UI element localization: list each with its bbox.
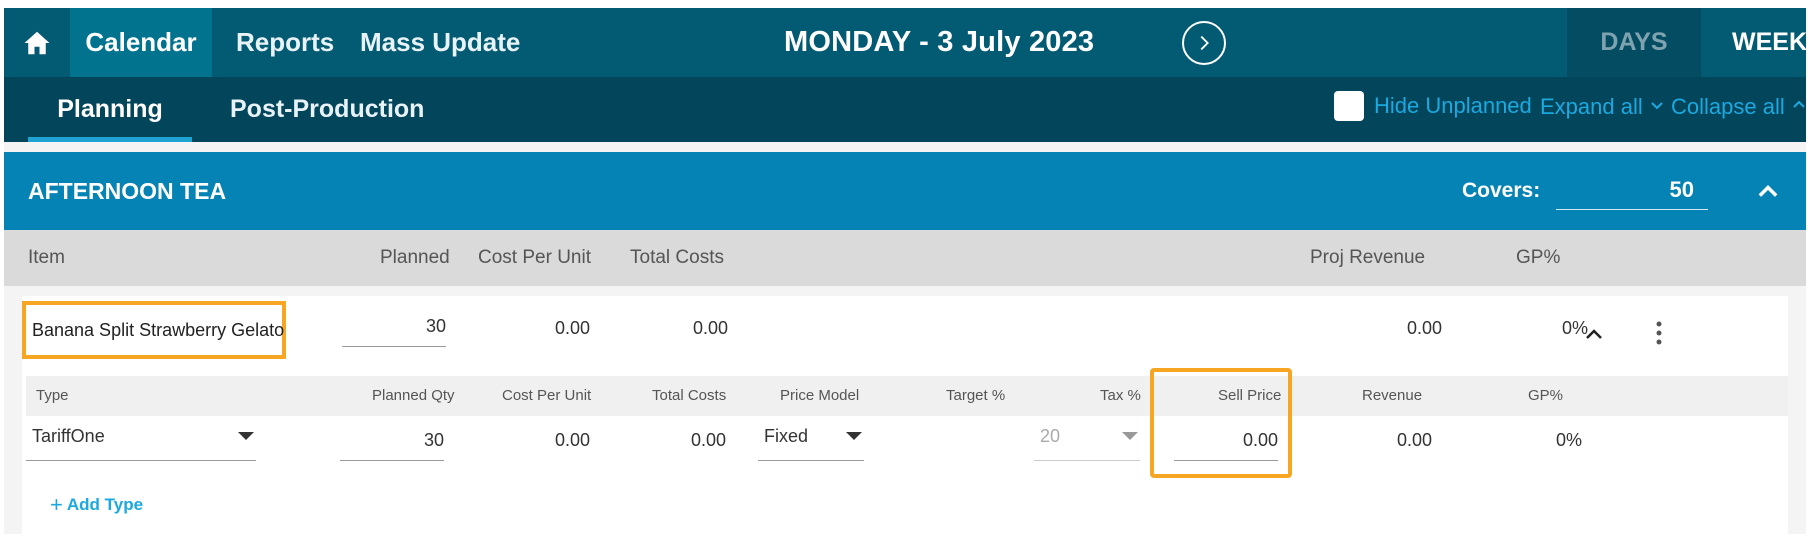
col-price-model: Price Model (780, 387, 860, 404)
planned-value: 30 (425, 316, 446, 336)
item-total-costs: 0.00 (692, 318, 728, 338)
type-header-row: Type Planned Qty Cost Per Unit Total Cos… (26, 376, 1788, 416)
tax-select[interactable]: 20 (1034, 420, 1140, 461)
collapse-all-label: Collapse all (1671, 94, 1785, 119)
tax-value: 20 (1040, 426, 1061, 446)
col-planned: Planned (380, 247, 450, 268)
col-type: Type (36, 387, 69, 404)
col-revenue: Revenue (1362, 387, 1423, 404)
dropdown-arrow-icon (846, 432, 862, 440)
home-button[interactable] (4, 8, 70, 77)
view-days-button[interactable]: DAYS (1567, 8, 1701, 77)
date-title: MONDAY - 3 July 2023 (784, 26, 1095, 58)
chevron-up-icon[interactable] (1754, 177, 1782, 205)
item-card: Banana Split Strawberry Gelato 30 0.00 0… (22, 296, 1788, 534)
dropdown-arrow-icon (1122, 432, 1138, 440)
planned-input[interactable]: 30 (342, 306, 446, 347)
col-tax: Tax % (1100, 387, 1141, 404)
chevron-up-icon (1791, 97, 1806, 118)
price-model-value: Fixed (764, 426, 809, 446)
type-revenue: 0.00 (1396, 430, 1432, 450)
home-icon (24, 31, 50, 54)
covers-label: Covers: (1462, 179, 1541, 202)
col-type-total-costs: Total Costs (652, 387, 727, 404)
type-value: TariffOne (32, 426, 105, 446)
price-model-select[interactable]: Fixed (758, 420, 864, 461)
tab-planning[interactable]: Planning (28, 77, 192, 142)
collapse-all-button[interactable]: Collapse all (1671, 91, 1806, 123)
nav-reports[interactable]: Reports (236, 8, 334, 77)
add-type-button[interactable]: + Add Type (50, 492, 143, 518)
col-gp: GP% (1516, 247, 1561, 268)
expand-all-button[interactable]: Expand all (1540, 91, 1665, 123)
tab-post-production[interactable]: Post-Production (230, 77, 424, 142)
item-proj-revenue: 0.00 (1406, 318, 1442, 338)
view-weeks-button[interactable]: WEEKS (1732, 8, 1806, 77)
more-vertical-icon[interactable] (1654, 320, 1664, 346)
top-bar: Calendar Reports Mass Update MONDAY - 3 … (4, 8, 1806, 77)
hide-unplanned-label: Hide Unplanned (1374, 93, 1532, 118)
type-cost-per-unit: 0.00 (554, 430, 590, 450)
next-date-button[interactable] (1182, 21, 1226, 65)
expand-all-label: Expand all (1540, 94, 1643, 119)
column-header-row: Item Planned Cost Per Unit Total Costs P… (4, 230, 1806, 286)
item-cost-per-unit: 0.00 (554, 318, 590, 338)
col-cost-per-unit: Cost Per Unit (478, 247, 591, 268)
plus-icon: + (50, 492, 63, 517)
section-title: AFTERNOON TEA (28, 177, 227, 204)
type-gp: 0% (1555, 430, 1582, 450)
col-type-cost-per-unit: Cost Per Unit (502, 387, 592, 404)
sub-nav-bar: Planning Post-Production Hide Unplanned … (4, 77, 1806, 142)
item-name: Banana Split Strawberry Gelato (22, 301, 286, 359)
hide-unplanned-toggle[interactable]: Hide Unplanned (1334, 91, 1532, 121)
add-type-label: Add Type (66, 495, 144, 514)
col-type-gp: GP% (1528, 387, 1564, 404)
col-item: Item (28, 247, 65, 268)
type-select[interactable]: TariffOne (26, 420, 256, 461)
sell-price-highlight (1150, 368, 1292, 478)
chevron-right-icon (1200, 35, 1209, 51)
planned-qty-value: 30 (423, 430, 444, 450)
chevron-down-icon (1649, 97, 1665, 118)
dropdown-arrow-icon (238, 432, 254, 440)
app-frame: Calendar Reports Mass Update MONDAY - 3 … (4, 8, 1806, 534)
col-total-costs: Total Costs (630, 247, 724, 268)
nav-mass-update[interactable]: Mass Update (360, 8, 520, 77)
covers-input[interactable]: 50 (1556, 170, 1708, 210)
type-total-costs: 0.00 (690, 430, 726, 450)
nav-calendar[interactable]: Calendar (70, 8, 212, 77)
chevron-up-icon[interactable] (1582, 322, 1606, 346)
col-planned-qty: Planned Qty (372, 387, 455, 404)
section-header: AFTERNOON TEA Covers: 50 (4, 152, 1806, 230)
planned-qty-input[interactable]: 30 (340, 420, 444, 461)
col-proj-revenue: Proj Revenue (1310, 247, 1426, 268)
hide-unplanned-checkbox[interactable] (1334, 91, 1364, 121)
col-target: Target % (946, 387, 1006, 404)
